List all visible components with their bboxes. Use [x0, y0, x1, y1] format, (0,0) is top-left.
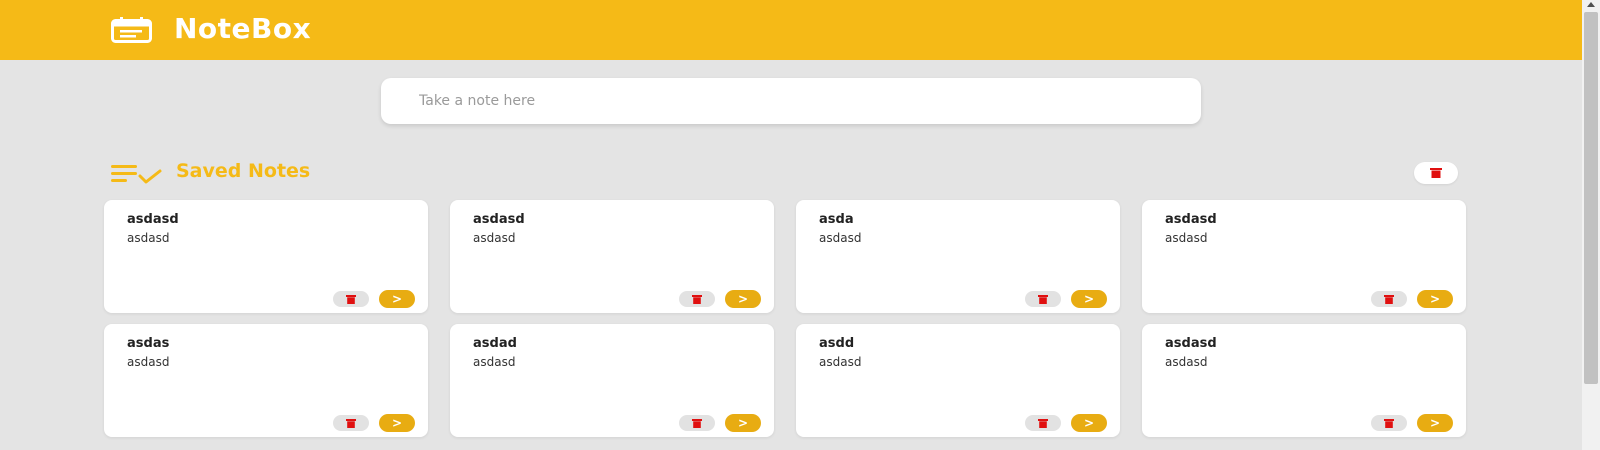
delete-note-button[interactable] — [1025, 415, 1061, 431]
note-card: asdasd asdasd > — [1142, 200, 1466, 313]
app-header: NoteBox — [0, 0, 1582, 60]
note-input[interactable] — [381, 78, 1201, 124]
note-card: asdd asdasd > — [796, 324, 1120, 437]
note-title: asdd — [819, 336, 855, 351]
trash-icon — [692, 418, 702, 428]
note-body: asdasd — [473, 231, 516, 245]
note-title: asdad — [473, 336, 517, 351]
note-body: asdasd — [819, 355, 862, 369]
open-note-button[interactable]: > — [1071, 290, 1107, 308]
open-note-button[interactable]: > — [1071, 414, 1107, 432]
note-body: asdasd — [1165, 355, 1208, 369]
open-note-button[interactable]: > — [379, 290, 415, 308]
note-title: asdasd — [473, 212, 525, 227]
note-card: asdasd asdasd > — [1142, 324, 1466, 437]
delete-note-button[interactable] — [333, 415, 369, 431]
open-note-button[interactable]: > — [725, 290, 761, 308]
clear-all-button[interactable] — [1414, 162, 1458, 184]
note-body: asdasd — [819, 231, 862, 245]
open-note-button[interactable]: > — [725, 414, 761, 432]
delete-note-button[interactable] — [679, 291, 715, 307]
trash-icon — [1384, 418, 1394, 428]
note-card: asdasd asdasd > — [104, 200, 428, 313]
trash-icon — [346, 418, 356, 428]
scroll-up-arrow-icon[interactable] — [1587, 2, 1595, 7]
delete-note-button[interactable] — [1025, 291, 1061, 307]
open-note-button[interactable]: > — [1417, 290, 1453, 308]
trash-icon — [1038, 294, 1048, 304]
open-note-button[interactable]: > — [1417, 414, 1453, 432]
list-check-icon — [111, 165, 162, 184]
trash-icon — [1384, 294, 1394, 304]
note-card: asdas asdasd > — [104, 324, 428, 437]
notes-calendar-icon — [111, 17, 152, 43]
delete-note-button[interactable] — [679, 415, 715, 431]
notes-grid: asdasd asdasd > asdasd asdasd > asda asd… — [104, 200, 1466, 437]
note-body: asdasd — [127, 355, 170, 369]
note-title: asda — [819, 212, 854, 227]
app-title: NoteBox — [174, 12, 312, 45]
note-card: asdasd asdasd > — [450, 200, 774, 313]
note-title: asdasd — [1165, 212, 1217, 227]
note-body: asdasd — [473, 355, 516, 369]
note-body: asdasd — [127, 231, 170, 245]
scrollbar-thumb[interactable] — [1584, 12, 1598, 384]
trash-icon — [1430, 168, 1442, 178]
note-body: asdasd — [1165, 231, 1208, 245]
delete-note-button[interactable] — [1371, 291, 1407, 307]
note-card: asda asdasd > — [796, 200, 1120, 313]
note-title: asdasd — [127, 212, 179, 227]
trash-icon — [1038, 418, 1048, 428]
note-title: asdas — [127, 336, 170, 351]
trash-icon — [692, 294, 702, 304]
note-title: asdasd — [1165, 336, 1217, 351]
delete-note-button[interactable] — [333, 291, 369, 307]
note-card: asdad asdasd > — [450, 324, 774, 437]
trash-icon — [346, 294, 356, 304]
vertical-scrollbar[interactable] — [1582, 0, 1600, 450]
open-note-button[interactable]: > — [379, 414, 415, 432]
saved-notes-title: Saved Notes — [176, 160, 311, 182]
delete-note-button[interactable] — [1371, 415, 1407, 431]
